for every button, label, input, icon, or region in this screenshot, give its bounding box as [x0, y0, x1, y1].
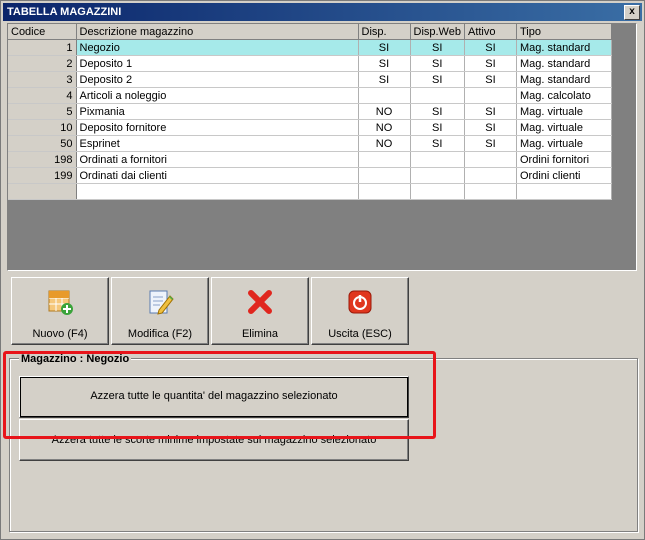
table-cell	[464, 151, 517, 168]
table-cell	[410, 167, 465, 184]
table-cell: Articoli a noleggio	[76, 87, 359, 104]
edit-button-label: Modifica (F2)	[127, 328, 193, 340]
new-button-label: Nuovo (F4)	[32, 328, 88, 340]
table-cell: 199	[8, 167, 77, 184]
title-bar: TABELLA MAGAZZINI x	[3, 3, 642, 21]
table-cell: 2	[8, 55, 77, 72]
table-cell: Esprinet	[76, 135, 359, 152]
table-cell: SI	[410, 71, 465, 88]
column-header[interactable]: Attivo	[464, 24, 517, 40]
table-row[interactable]: 50 Esprinet NO SI SI Mag. virtuale	[8, 135, 612, 152]
table-cell: Deposito fornitore	[76, 119, 359, 136]
table-cell: Deposito 2	[76, 71, 359, 88]
table-cell: 10	[8, 119, 77, 136]
table-cell: SI	[464, 103, 517, 120]
table-row[interactable]	[8, 183, 612, 200]
table-row[interactable]: 1 Negozio SI SI SI Mag. standard	[8, 39, 612, 56]
table-cell: NO	[358, 103, 411, 120]
table-cell: Ordini clienti	[516, 167, 612, 184]
table-cell: SI	[464, 71, 517, 88]
delete-button-label: Elimina	[241, 328, 279, 340]
table-cell: 5	[8, 103, 77, 120]
table-cell	[410, 151, 465, 168]
table-cell: Negozio	[76, 39, 359, 56]
table-cell: SI	[464, 135, 517, 152]
delete-button[interactable]: Elimina	[211, 277, 309, 345]
main-window: TABELLA MAGAZZINI x Codice Descrizione ma…	[0, 0, 645, 540]
table-cell	[464, 87, 517, 104]
column-header[interactable]: Codice	[8, 24, 77, 40]
column-header[interactable]: Disp.	[358, 24, 411, 40]
table-cell: NO	[358, 119, 411, 136]
new-button[interactable]: Nuovo (F4)	[11, 277, 109, 345]
table-row[interactable]: 5 Pixmania NO SI SI Mag. virtuale	[8, 103, 612, 120]
edit-button[interactable]: Modifica (F2)	[111, 277, 209, 345]
table-cell: Mag. virtuale	[516, 119, 612, 136]
table-row[interactable]: 199 Ordinati dai clienti Ordini clienti	[8, 167, 612, 184]
table-cell	[410, 87, 465, 104]
table-cell: 198	[8, 151, 77, 168]
table-cell	[8, 183, 77, 200]
table-cell: 1	[8, 39, 77, 56]
table-row[interactable]: 10 Deposito fornitore NO SI SI Mag. virtuale	[8, 119, 612, 136]
table-cell: SI	[464, 39, 517, 56]
table-cell	[358, 151, 411, 168]
table-cell: SI	[410, 55, 465, 72]
table-cell: 3	[8, 71, 77, 88]
table-cell	[516, 183, 612, 200]
table-cell: SI	[358, 71, 411, 88]
table-cell: Mag. virtuale	[516, 103, 612, 120]
close-button[interactable]: x	[624, 5, 640, 20]
table-cell: NO	[358, 135, 411, 152]
table-cell: SI	[410, 103, 465, 120]
column-header[interactable]: Tipo	[516, 24, 612, 40]
table-cell: Mag. calcolato	[516, 87, 612, 104]
table-cell: 4	[8, 87, 77, 104]
table-cell: SI	[464, 55, 517, 72]
table-cell: Mag. standard	[516, 71, 612, 88]
table-cell	[410, 183, 465, 200]
table-cell: Mag. standard	[516, 55, 612, 72]
table-cell	[76, 183, 359, 200]
table-cell: 50	[8, 135, 77, 152]
table-cell	[358, 87, 411, 104]
exit-button-label: Uscita (ESC)	[328, 328, 392, 340]
table-cell: Deposito 1	[76, 55, 359, 72]
warehouse-table: Codice Descrizione magazzino Disp. Disp.Web…	[8, 24, 612, 200]
new-grid-icon	[48, 290, 73, 315]
table-cell: SI	[464, 119, 517, 136]
table-cell: Ordini fornitori	[516, 151, 612, 168]
table-cell: SI	[410, 119, 465, 136]
table-cell: SI	[358, 39, 411, 56]
table-cell	[464, 183, 517, 200]
table-row[interactable]: 198 Ordinati a fornitori Ordini fornitori	[8, 151, 612, 168]
table-cell: Mag. standard	[516, 39, 612, 56]
column-header[interactable]: Disp.Web	[410, 24, 465, 40]
table-cell	[464, 167, 517, 184]
highlight-annotation	[3, 351, 436, 439]
delete-x-icon	[248, 290, 272, 314]
window-title: TABELLA MAGAZZINI	[7, 6, 122, 18]
table-row[interactable]: 2 Deposito 1 SI SI SI Mag. standard	[8, 55, 612, 72]
table-cell: SI	[410, 39, 465, 56]
table-row[interactable]: 4 Articoli a noleggio Mag. calcolato	[8, 87, 612, 104]
power-exit-icon	[348, 290, 372, 314]
table-cell: SI	[410, 135, 465, 152]
edit-document-icon	[149, 290, 174, 315]
table-cell: SI	[358, 55, 411, 72]
table-cell	[358, 167, 411, 184]
table-row[interactable]: 3 Deposito 2 SI SI SI Mag. standard	[8, 71, 612, 88]
table-cell: Pixmania	[76, 103, 359, 120]
column-header[interactable]: Descrizione magazzino	[76, 24, 359, 40]
table-cell: Mag. virtuale	[516, 135, 612, 152]
warehouse-grid[interactable]: Codice Descrizione magazzino Disp. Disp.Web…	[7, 23, 637, 271]
table-cell	[358, 183, 411, 200]
exit-button[interactable]: Uscita (ESC)	[311, 277, 409, 345]
table-cell: Ordinati dai clienti	[76, 167, 359, 184]
table-header-row: Codice Descrizione magazzino Disp. Disp.Web…	[8, 24, 612, 40]
table-cell: Ordinati a fornitori	[76, 151, 359, 168]
